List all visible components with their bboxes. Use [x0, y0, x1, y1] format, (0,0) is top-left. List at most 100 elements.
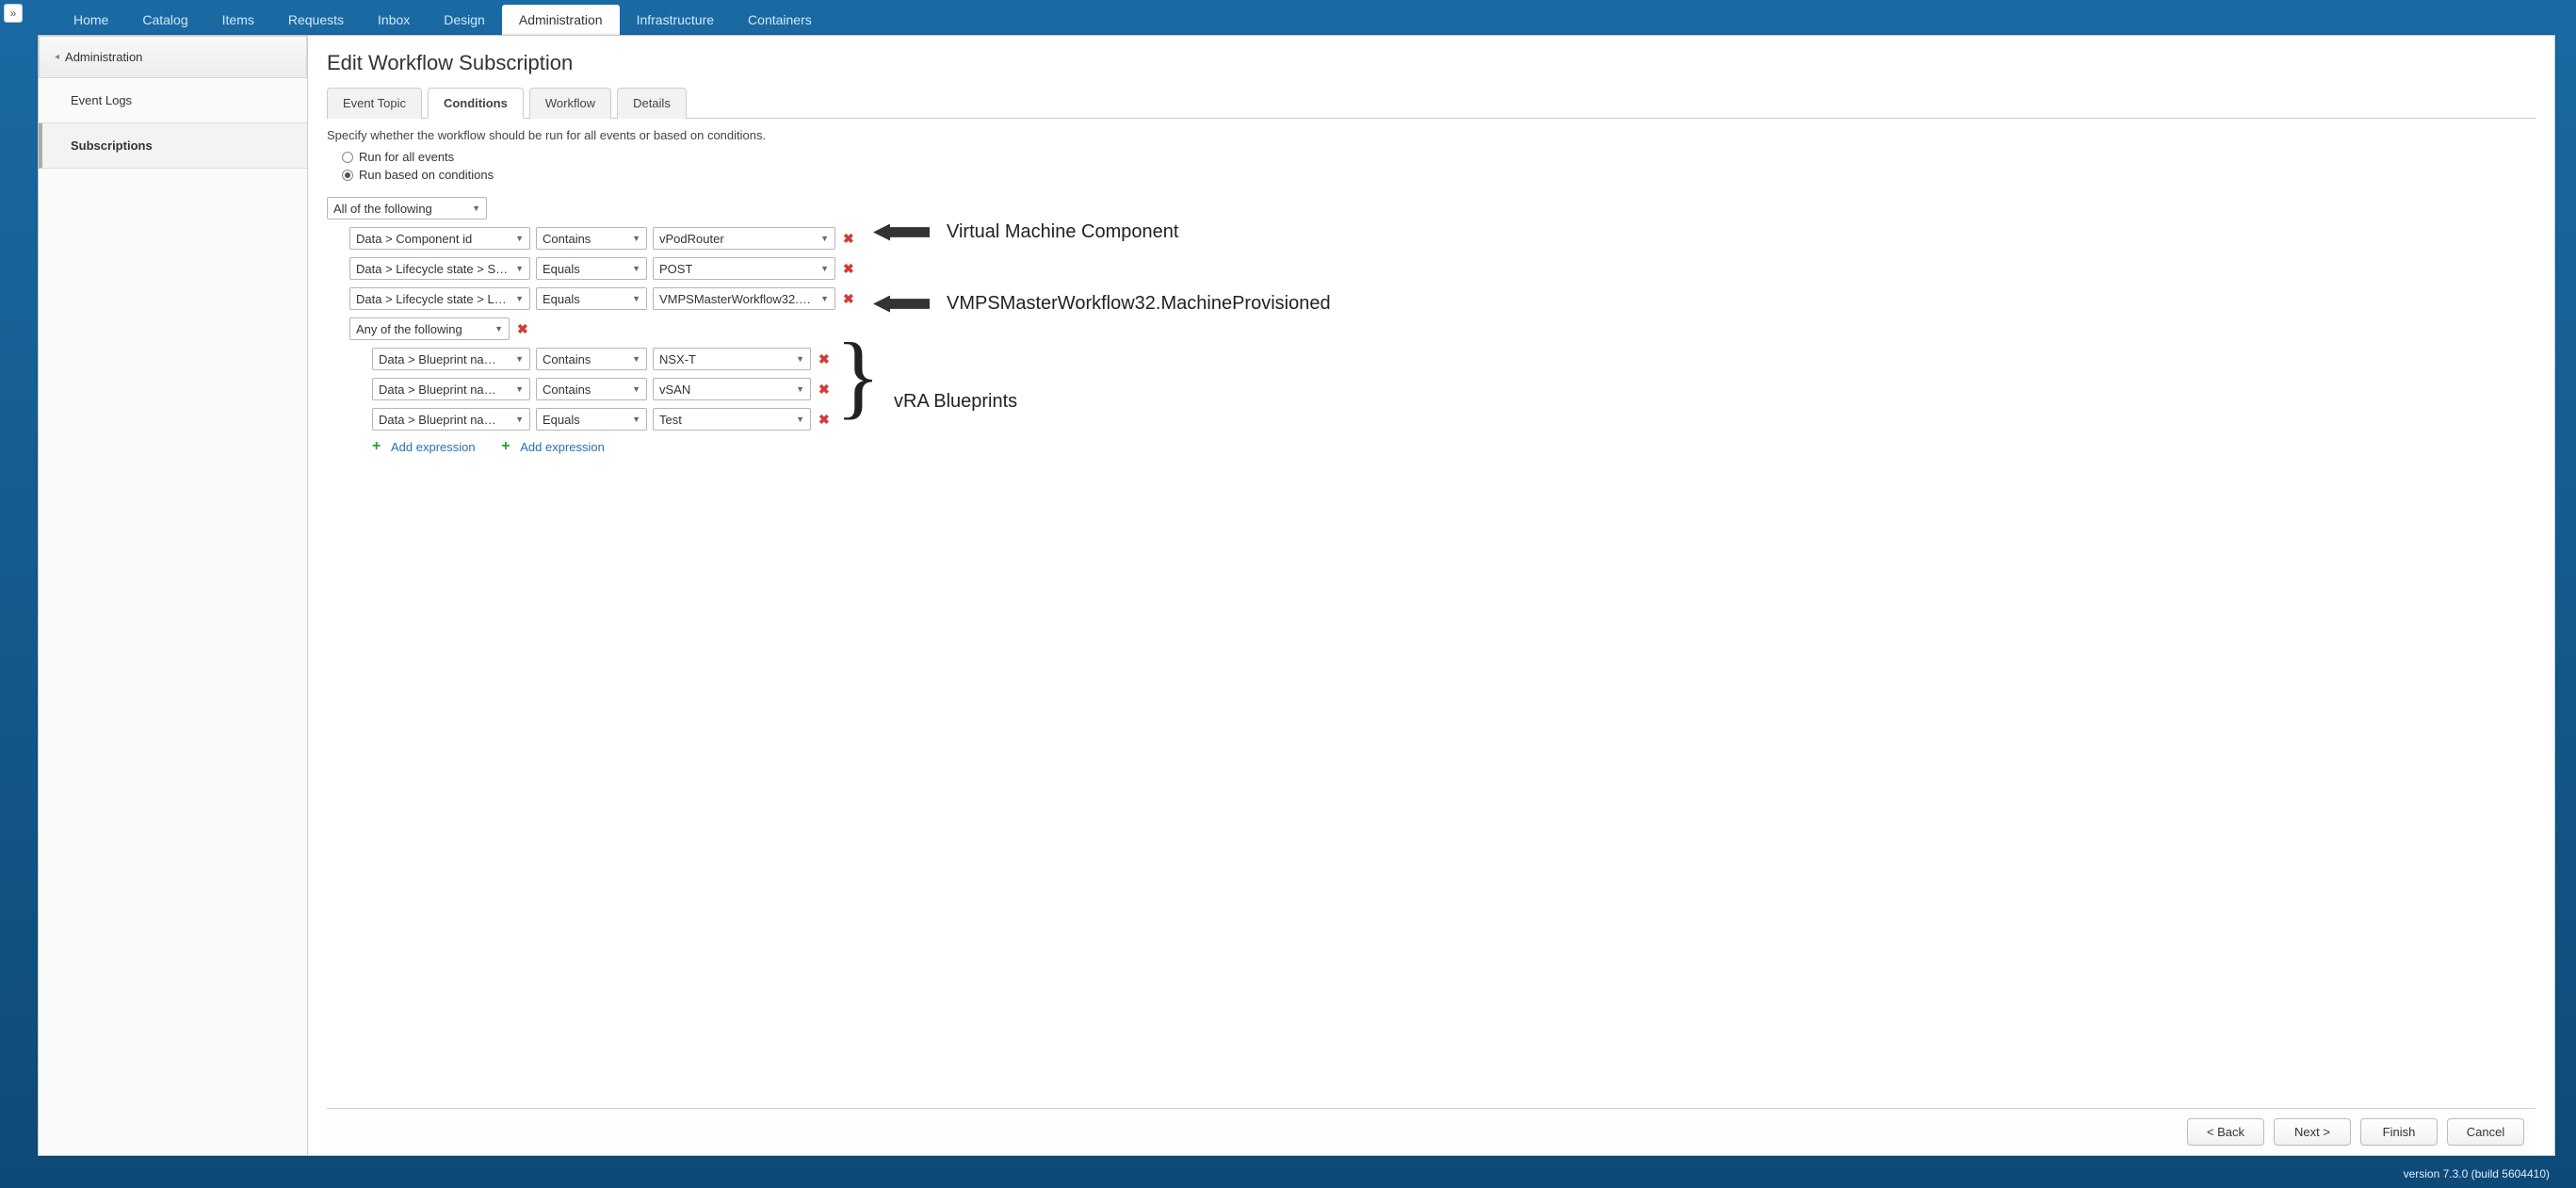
breadcrumb[interactable]: ◂ Administration	[39, 36, 307, 78]
chevron-down-icon: ▼	[632, 354, 640, 364]
cancel-button[interactable]: Cancel	[2447, 1118, 2524, 1146]
operator-select[interactable]: Contains ▼	[536, 378, 647, 400]
delete-row-button[interactable]: ✖	[841, 261, 856, 277]
nav-tab-home[interactable]: Home	[57, 5, 125, 35]
value-select[interactable]: vPodRouter ▼	[653, 227, 835, 250]
chevron-down-icon: ▼	[820, 294, 829, 303]
chevron-down-icon: ▼	[796, 384, 804, 394]
select-value: Data > Component id	[356, 232, 472, 246]
radio-run-all[interactable]: Run for all events	[342, 150, 2535, 164]
nav-tab-containers[interactable]: Containers	[731, 5, 829, 35]
chevron-down-icon: ▼	[796, 415, 804, 424]
value-select[interactable]: NSX-T▼	[653, 348, 811, 370]
wizard-tab-workflow[interactable]: Workflow	[529, 88, 611, 119]
operator-select[interactable]: Contains ▼	[536, 227, 647, 250]
select-value: All of the following	[333, 202, 432, 216]
add-expression-label: Add expression	[520, 440, 605, 454]
condition-row: Data > Component id ▼ Contains ▼ vPodRouter ▼…	[349, 227, 2535, 250]
nav-tab-items[interactable]: Items	[205, 5, 271, 35]
select-value: Data > Blueprint na…	[379, 413, 496, 427]
condition-row: Data > Blueprint na…▼ Contains ▼ NSX-T▼ ✖	[372, 348, 2535, 370]
group-operator-select[interactable]: Any of the following ▼	[349, 317, 510, 340]
nav-tab-requests[interactable]: Requests	[271, 5, 361, 35]
nav-tab-administration[interactable]: Administration	[502, 5, 620, 35]
select-value: POST	[659, 262, 692, 276]
chevron-down-icon: ▼	[515, 234, 524, 243]
nav-tab-infrastructure[interactable]: Infrastructure	[620, 5, 731, 35]
breadcrumb-label: Administration	[65, 50, 142, 64]
field-select[interactable]: Data > Lifecycle state > S…▼	[349, 257, 530, 280]
chevron-down-icon: ▼	[820, 234, 829, 243]
delete-row-button[interactable]: ✖	[817, 382, 832, 398]
select-value: Equals	[543, 292, 580, 306]
delete-row-button[interactable]: ✖	[841, 231, 856, 247]
next-button[interactable]: Next >	[2274, 1118, 2351, 1146]
chevron-down-icon: ▼	[515, 294, 524, 303]
operator-select[interactable]: Equals ▼	[536, 257, 647, 280]
chevron-down-icon: ▼	[632, 234, 640, 243]
chevron-down-icon: ▼	[632, 384, 640, 394]
radio-label: Run for all events	[359, 150, 454, 164]
field-select[interactable]: Data > Lifecycle state > L… ▼	[349, 287, 530, 310]
field-select[interactable]: Data > Blueprint na…▼	[372, 348, 530, 370]
operator-select[interactable]: Contains ▼	[536, 348, 647, 370]
wizard-footer: < Back Next > Finish Cancel	[327, 1108, 2535, 1155]
select-value: Any of the following	[356, 322, 462, 336]
select-value: Data > Lifecycle state > L…	[356, 292, 507, 306]
value-select[interactable]: Test ▼	[653, 408, 811, 431]
expand-sidebar-button[interactable]: »	[4, 4, 23, 23]
add-expression-label: Add expression	[391, 440, 476, 454]
chevron-down-icon: ▼	[632, 415, 640, 424]
sidebar-item-event-logs[interactable]: Event Logs	[39, 78, 307, 123]
select-value: Test	[659, 413, 682, 427]
select-value: Contains	[543, 382, 591, 397]
wizard-tab-event-topic[interactable]: Event Topic	[327, 88, 422, 119]
chevron-down-icon: ▼	[515, 264, 524, 273]
radio-label: Run based on conditions	[359, 168, 494, 182]
conditions-hint: Specify whether the workflow should be r…	[327, 128, 2535, 142]
radio-run-conditions[interactable]: Run based on conditions	[342, 168, 2535, 182]
delete-row-button[interactable]: ✖	[817, 351, 832, 367]
value-select[interactable]: VMPSMasterWorkflow32.…▼	[653, 287, 835, 310]
field-select[interactable]: Data > Blueprint na…▼	[372, 378, 530, 400]
chevron-down-icon: ▼	[632, 264, 640, 273]
select-value: Contains	[543, 352, 591, 366]
value-select[interactable]: vSAN ▼	[653, 378, 811, 400]
value-select[interactable]: POST▼	[653, 257, 835, 280]
chevron-down-icon: ▼	[515, 354, 524, 364]
operator-select[interactable]: Equals▼	[536, 287, 647, 310]
group-operator-select[interactable]: All of the following ▼	[327, 197, 487, 220]
main-panel: Edit Workflow Subscription Event TopicCo…	[308, 36, 2554, 1155]
sidebar-item-subscriptions[interactable]: Subscriptions	[39, 123, 307, 169]
nav-tab-design[interactable]: Design	[427, 5, 502, 35]
select-value: Equals	[543, 413, 580, 427]
select-value: Data > Blueprint na…	[379, 382, 496, 397]
work-area: ◂ Administration Event LogsSubscriptions…	[38, 35, 2555, 1156]
select-value: vSAN	[659, 382, 690, 397]
select-value: vPodRouter	[659, 232, 724, 246]
finish-button[interactable]: Finish	[2360, 1118, 2438, 1146]
plus-icon: +	[501, 441, 514, 454]
back-button[interactable]: < Back	[2187, 1118, 2264, 1146]
delete-row-button[interactable]: ✖	[841, 291, 856, 307]
select-value: Equals	[543, 262, 580, 276]
nav-tab-catalog[interactable]: Catalog	[125, 5, 204, 35]
operator-select[interactable]: Equals ▼	[536, 408, 647, 431]
select-value: Contains	[543, 232, 591, 246]
condition-row: Data > Blueprint na…▼ Contains ▼ vSAN ▼ ✖	[372, 378, 2535, 400]
wizard-tab-details[interactable]: Details	[617, 88, 687, 119]
wizard-tab-conditions[interactable]: Conditions	[428, 88, 524, 119]
chevron-down-icon: ▼	[515, 415, 524, 424]
field-select[interactable]: Data > Blueprint na… ▼	[372, 408, 530, 431]
add-expression-button[interactable]: + Add expression	[501, 440, 605, 454]
delete-row-button[interactable]: ✖	[817, 412, 832, 428]
field-select[interactable]: Data > Component id ▼	[349, 227, 530, 250]
chevron-down-icon: ▼	[494, 324, 503, 334]
chevron-left-icon: ◂	[55, 52, 59, 62]
nav-tab-inbox[interactable]: Inbox	[361, 5, 427, 35]
condition-row: Data > Lifecycle state > L…▼Equals▼VMPSM…	[349, 287, 2535, 310]
top-nav: HomeCatalogItemsRequestsInboxDesignAdmin…	[0, 0, 2576, 35]
radio-icon	[342, 170, 353, 181]
add-expression-button[interactable]: + Add expression	[372, 440, 476, 454]
delete-group-button[interactable]: ✖	[515, 321, 530, 337]
